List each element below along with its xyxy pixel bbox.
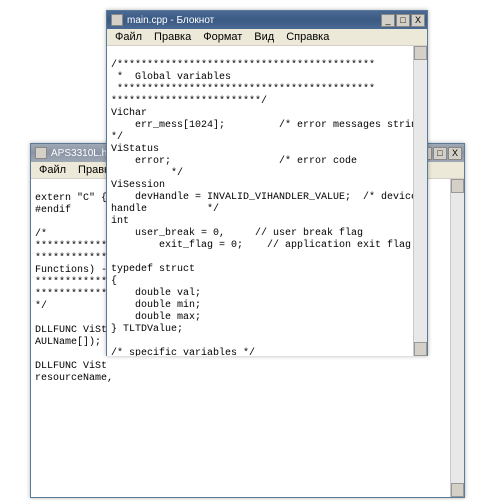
- scroll-down-icon[interactable]: [451, 483, 464, 497]
- app-icon: [111, 14, 123, 26]
- code-text-top: extern "C" { #endif /* ************ ****…: [35, 193, 113, 384]
- editor-window-front: main.cpp - Блокнот _ □ X Файл Правка Фор…: [106, 10, 428, 356]
- menu-view[interactable]: Вид: [248, 30, 280, 44]
- maximize-button[interactable]: □: [433, 147, 447, 160]
- menu-format[interactable]: Формат: [197, 30, 248, 44]
- menu-file[interactable]: Файл: [109, 30, 148, 44]
- minimize-button[interactable]: _: [381, 14, 395, 27]
- maximize-button[interactable]: □: [396, 14, 410, 27]
- app-icon: [35, 147, 47, 159]
- scrollbar-vertical[interactable]: [413, 46, 427, 356]
- window-title: main.cpp - Блокнот: [127, 15, 381, 26]
- menu-edit[interactable]: Правка: [148, 30, 197, 44]
- menu-file[interactable]: Файл: [33, 163, 72, 177]
- scroll-down-icon[interactable]: [414, 342, 427, 356]
- titlebar-front[interactable]: main.cpp - Блокнот _ □ X: [107, 11, 427, 29]
- window-buttons: _ □ X: [381, 14, 425, 27]
- menubar-front: Файл Правка Формат Вид Справка: [107, 29, 427, 46]
- scroll-up-icon[interactable]: [451, 179, 464, 193]
- scrollbar-vertical[interactable]: [450, 179, 464, 497]
- code-text: /***************************************…: [111, 60, 423, 356]
- close-button[interactable]: X: [448, 147, 462, 160]
- scroll-up-icon[interactable]: [414, 46, 427, 60]
- close-button[interactable]: X: [411, 14, 425, 27]
- menu-help[interactable]: Справка: [280, 30, 335, 44]
- code-editor-front[interactable]: /***************************************…: [107, 46, 427, 356]
